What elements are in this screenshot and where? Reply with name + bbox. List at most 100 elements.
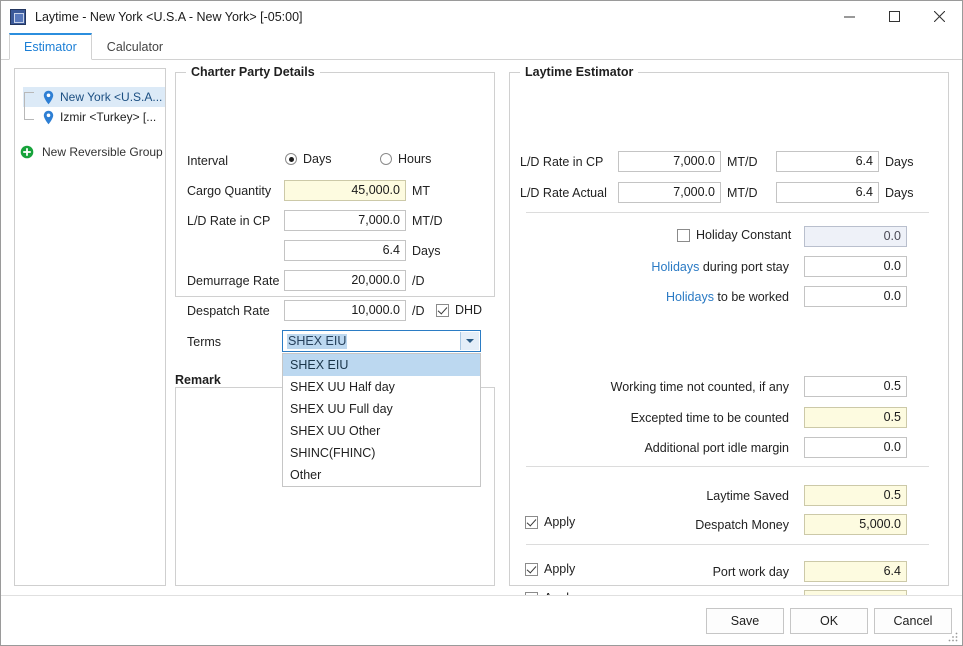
laytime-saved-label: Laytime Saved [706, 489, 789, 503]
le-ld-rate-cp-input[interactable]: 7,000.0 [618, 151, 721, 172]
holiday-constant-checkbox[interactable]: Holiday Constant [677, 228, 791, 242]
terms-combobox[interactable]: SHEX EIU [282, 330, 481, 352]
radio-days[interactable]: Days [285, 152, 331, 166]
tree-item-new-york[interactable]: New York <U.S.A... [23, 87, 165, 107]
dialog-footer: Save OK Cancel [1, 595, 962, 645]
radio-hours-label: Hours [398, 152, 432, 166]
holiday-constant-checkbox-indicator [677, 228, 690, 242]
plus-circle-icon [20, 145, 34, 159]
radio-hours[interactable]: Hours [380, 152, 431, 166]
dhd-checkbox-indicator [436, 303, 449, 317]
minimize-button[interactable] [827, 1, 872, 32]
map-pin-icon [42, 90, 55, 105]
despatch-rate-label: Despatch Rate [187, 304, 270, 318]
new-reversible-group-button[interactable]: New Reversible Group [15, 142, 165, 162]
divider-3 [526, 544, 929, 545]
radio-days-label: Days [303, 152, 332, 166]
additional-port-idle-margin-input[interactable]: 0.0 [804, 437, 907, 458]
cargo-quantity-unit: MT [412, 184, 431, 198]
tree-item-label: New York <U.S.A... [60, 90, 163, 104]
charter-party-details-title: Charter Party Details [186, 65, 320, 79]
le-ld-rate-actual-label: L/D Rate Actual [520, 186, 607, 200]
group-bracket [24, 92, 34, 120]
close-button[interactable] [917, 1, 962, 32]
ok-button[interactable]: OK [790, 608, 868, 634]
new-reversible-group-label: New Reversible Group [42, 145, 163, 159]
excepted-time-counted-input[interactable]: 0.5 [804, 407, 907, 428]
app-icon [10, 9, 26, 25]
le-ld-rate-actual-days-unit: Days [885, 186, 914, 200]
holiday-constant-label: Holiday Constant [696, 228, 792, 242]
apply-despatch-money-checkbox[interactable]: Apply [525, 515, 575, 529]
despatch-rate-unit: /D [412, 304, 425, 318]
apply-despatch-money-indicator [525, 515, 538, 529]
tree-item-izmir[interactable]: Izmir <Turkey> [... [23, 107, 165, 127]
holidays-during-port-stay-input[interactable]: 0.0 [804, 256, 907, 277]
tab-estimator[interactable]: Estimator [9, 33, 92, 60]
ld-days-input[interactable]: 6.4 [284, 240, 406, 261]
tab-calculator[interactable]: Calculator [92, 33, 178, 59]
save-button[interactable]: Save [706, 608, 784, 634]
cargo-quantity-label: Cargo Quantity [187, 184, 272, 198]
apply-despatch-money-label: Apply [544, 515, 576, 529]
le-ld-rate-cp-label: L/D Rate in CP [520, 155, 604, 169]
radio-hours-indicator [380, 153, 392, 165]
apply-port-work-day-indicator [525, 562, 538, 576]
holidays-to-be-worked-input[interactable]: 0.0 [804, 286, 907, 307]
terms-option-other[interactable]: Other [283, 464, 480, 486]
despatch-money-label: Despatch Money [695, 518, 789, 532]
apply-port-work-day-checkbox[interactable]: Apply [525, 562, 575, 576]
tree-item-label: Izmir <Turkey> [... [60, 110, 157, 124]
le-ld-rate-cp-days-input[interactable]: 6.4 [776, 151, 879, 172]
terms-option-shex-eiu[interactable]: SHEX EIU [283, 354, 480, 376]
window-title: Laytime - New York <U.S.A - New York> [-… [35, 10, 303, 24]
le-ld-rate-actual-unit: MT/D [727, 186, 758, 200]
despatch-rate-input[interactable]: 10,000.0 [284, 300, 406, 321]
divider-2 [526, 466, 929, 467]
laytime-estimator-title: Laytime Estimator [520, 65, 639, 79]
le-ld-rate-cp-unit: MT/D [727, 155, 758, 169]
holidays-to-be-worked-label: Holidays to be worked [601, 288, 789, 306]
window-controls [827, 1, 962, 32]
ld-days-unit: Days [412, 244, 441, 258]
terms-dropdown-list[interactable]: SHEX EIU SHEX UU Half day SHEX UU Full d… [282, 353, 481, 487]
apply-port-work-day-label: Apply [544, 562, 576, 576]
terms-option-shinc-fhinc[interactable]: SHINC(FHINC) [283, 442, 480, 464]
resize-grip[interactable] [947, 631, 959, 643]
ld-rate-cp-unit: MT/D [412, 214, 443, 228]
holidays-link[interactable]: Holidays [666, 290, 714, 304]
le-ld-rate-cp-days-unit: Days [885, 155, 914, 169]
holidays-during-port-stay-label: Holidays during port stay [601, 258, 789, 276]
divider-1 [526, 212, 929, 213]
ld-rate-cp-input[interactable]: 7,000.0 [284, 210, 406, 231]
radio-days-indicator [285, 153, 297, 165]
additional-port-idle-margin-label: Additional port idle margin [644, 441, 789, 455]
cargo-quantity-input[interactable]: 45,000.0 [284, 180, 406, 201]
terms-option-shex-uu-full-day[interactable]: SHEX UU Full day [283, 398, 480, 420]
laytime-window: Laytime - New York <U.S.A - New York> [-… [0, 0, 963, 646]
holidays-to-be-worked-rest: to be worked [713, 290, 789, 304]
demurrage-rate-input[interactable]: 20,000.0 [284, 270, 406, 291]
dhd-checkbox[interactable]: DHD [436, 303, 482, 317]
port-work-day-input[interactable]: 6.4 [804, 561, 907, 582]
terms-combobox-value: SHEX EIU [287, 334, 348, 349]
working-time-not-counted-label: Working time not counted, if any [610, 380, 789, 394]
terms-option-shex-uu-half-day[interactable]: SHEX UU Half day [283, 376, 480, 398]
reversible-group: New York <U.S.A... Izmir <Turkey> [... [15, 87, 165, 127]
interval-label: Interval [187, 154, 228, 168]
terms-label: Terms [187, 335, 222, 349]
terms-option-shex-uu-other[interactable]: SHEX UU Other [283, 420, 480, 442]
cancel-button[interactable]: Cancel [874, 608, 952, 634]
working-time-not-counted-input[interactable]: 0.5 [804, 376, 907, 397]
maximize-button[interactable] [872, 1, 917, 32]
holidays-link[interactable]: Holidays [651, 260, 699, 274]
demurrage-rate-label: Demurrage Rate [187, 274, 280, 288]
chevron-down-icon[interactable] [460, 332, 479, 350]
despatch-money-input[interactable]: 5,000.0 [804, 514, 907, 535]
map-pin-icon [42, 110, 55, 125]
le-ld-rate-actual-days-input[interactable]: 6.4 [776, 182, 879, 203]
dialog-body: New York <U.S.A... Izmir <Turkey> [... N… [1, 60, 962, 641]
laytime-saved-input[interactable]: 0.5 [804, 485, 907, 506]
holidays-during-port-stay-rest: during port stay [699, 260, 789, 274]
le-ld-rate-actual-input[interactable]: 7,000.0 [618, 182, 721, 203]
